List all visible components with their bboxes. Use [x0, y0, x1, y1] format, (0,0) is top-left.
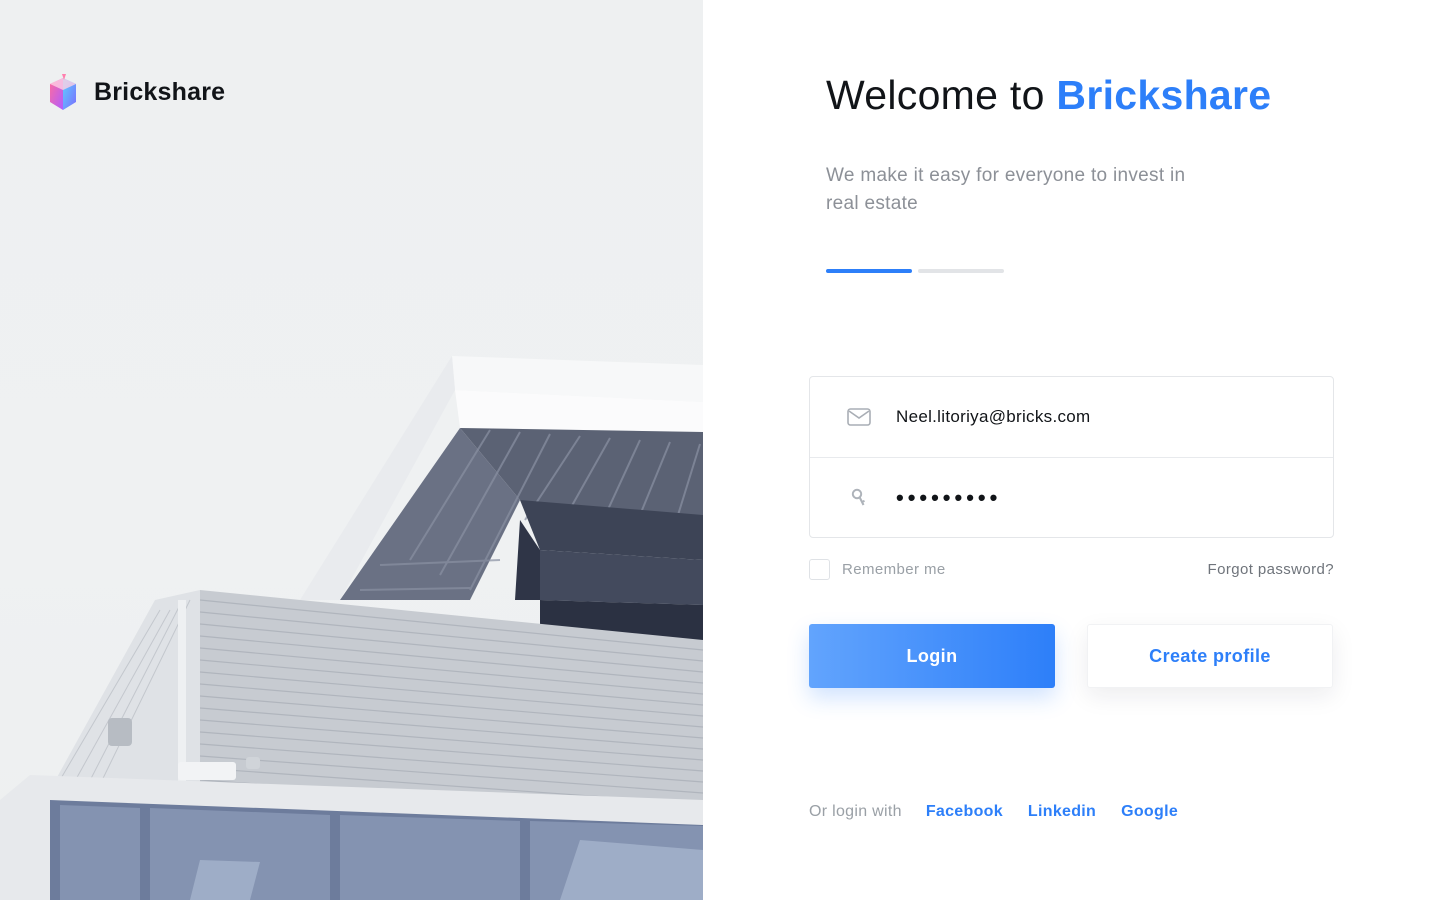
- password-row: [810, 457, 1333, 537]
- remember-me[interactable]: Remember me: [809, 558, 946, 580]
- brand-name: Brickshare: [94, 77, 226, 106]
- form-options: Remember me Forgot password?: [809, 558, 1334, 580]
- google-login-link[interactable]: Google: [1121, 803, 1178, 821]
- social-login: Or login with Facebook Linkedin Google: [809, 803, 1203, 821]
- brickshare-logo-icon: [50, 74, 76, 110]
- forgot-password-link[interactable]: Forgot password?: [1208, 561, 1334, 578]
- step-indicator-2: [918, 269, 1004, 273]
- key-icon: [846, 487, 872, 509]
- login-button[interactable]: Login: [809, 624, 1055, 688]
- create-profile-button[interactable]: Create profile: [1087, 624, 1333, 688]
- linkedin-login-link[interactable]: Linkedin: [1028, 803, 1096, 821]
- tagline: We make it easy for everyone to invest i…: [826, 165, 1186, 214]
- social-login-label: Or login with: [809, 803, 902, 820]
- login-panel: Welcome to Brickshare We make it easy fo…: [703, 0, 1440, 900]
- welcome-prefix: Welcome to: [826, 72, 1045, 118]
- email-field[interactable]: [896, 407, 1276, 427]
- welcome-brand: Brickshare: [1056, 72, 1272, 118]
- remember-checkbox[interactable]: [809, 558, 830, 580]
- step-indicator-1: [826, 269, 912, 273]
- onboarding-steps: [826, 269, 1004, 273]
- facebook-login-link[interactable]: Facebook: [926, 803, 1003, 821]
- login-form: [809, 376, 1334, 538]
- hero-panel: Brickshare: [0, 0, 703, 900]
- building-photo: [0, 356, 703, 900]
- brand: Brickshare: [48, 72, 225, 112]
- email-row: [810, 377, 1333, 457]
- password-field[interactable]: [896, 484, 1276, 511]
- remember-label: Remember me: [842, 560, 946, 578]
- mail-icon: [846, 406, 872, 428]
- welcome-heading: Welcome to Brickshare: [826, 72, 1271, 119]
